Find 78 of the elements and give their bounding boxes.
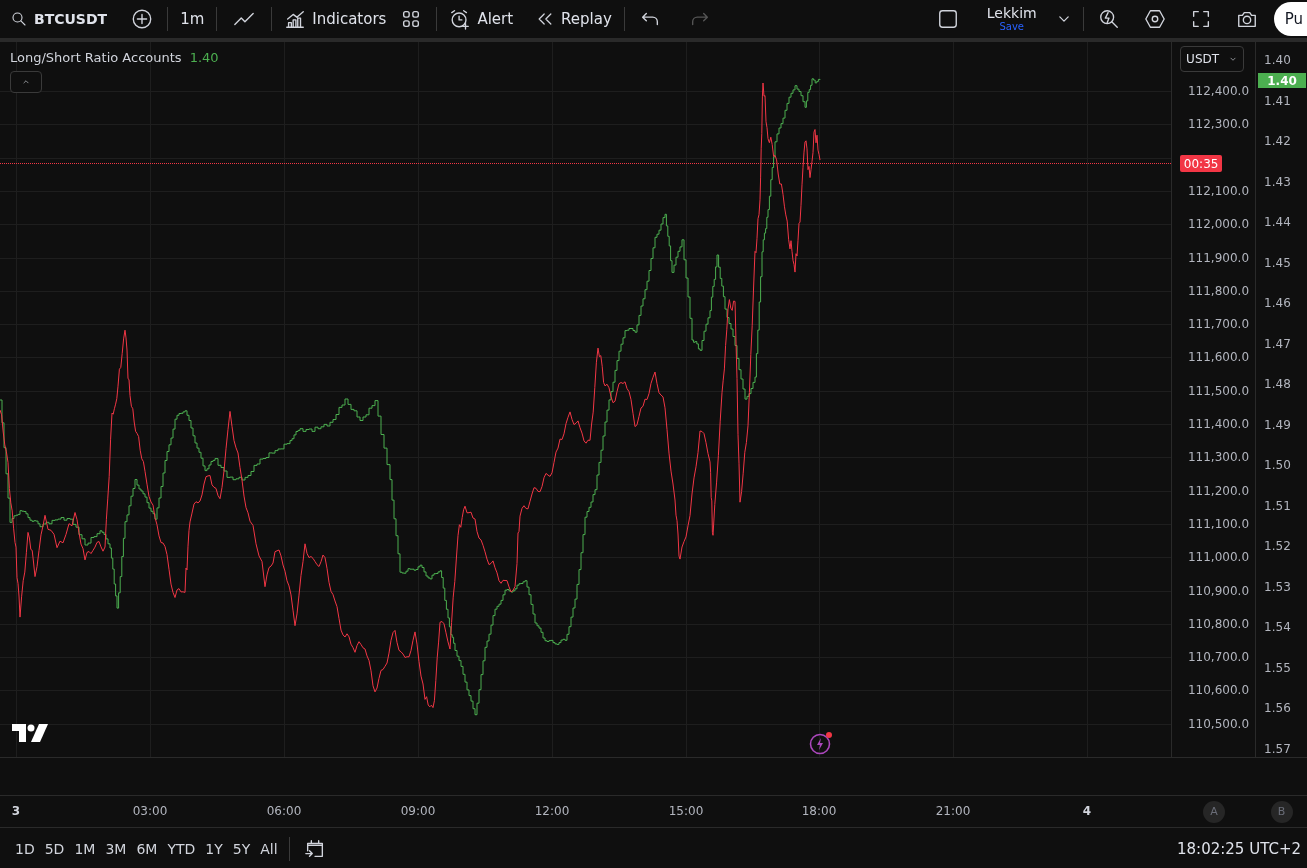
time-axis-label: 15:00 (668, 804, 704, 818)
currency-dropdown[interactable]: USDT (1180, 46, 1245, 72)
time-axis-label: 3 (11, 804, 21, 818)
ratio-axis-label: 1.48 (1264, 377, 1291, 391)
indicators-button[interactable]: Indicators (278, 4, 393, 34)
price-axis-label: 110,900.0 (1187, 583, 1250, 598)
range-button[interactable]: 1Y (200, 836, 228, 861)
price-axis-label: 110,700.0 (1187, 650, 1250, 665)
settings-icon (1143, 8, 1166, 30)
price-axis-label: 112,300.0 (1187, 117, 1250, 132)
ratio-axis-label: 1.57 (1264, 741, 1291, 756)
price-axis-label: 111,700.0 (1187, 317, 1250, 332)
ratio-axis-label: 1.40 (1264, 53, 1291, 67)
ratio-axis-label: 1.49 (1264, 417, 1291, 432)
plus-circle-icon (131, 8, 154, 30)
price-axis-label: 110,500.0 (1187, 716, 1250, 731)
publish-button[interactable]: Pu (1273, 2, 1307, 36)
price-axis-label: 110,800.0 (1187, 616, 1250, 631)
replay-button[interactable]: Replay (529, 4, 618, 34)
interval-button[interactable]: 1m (174, 6, 211, 32)
ratio-axis-label: 1.45 (1264, 255, 1291, 270)
time-axis-label: 21:00 (935, 804, 971, 818)
last-value-badge: 1.40 (1258, 73, 1307, 88)
range-button[interactable]: 5Y (227, 836, 256, 861)
clock-time: 18:02:25 UTC+2 (1177, 839, 1301, 858)
range-button[interactable]: 1M (69, 836, 101, 861)
range-button[interactable]: 3M (100, 836, 132, 861)
time-axis-label: 09:00 (400, 804, 436, 818)
alarm-clock-icon (449, 8, 472, 30)
lightning-icon[interactable] (809, 731, 833, 755)
chevron-down-icon (1058, 14, 1069, 24)
time-axis-label: 18:00 (801, 804, 837, 818)
price-axis-label: 112,400.0 (1187, 84, 1250, 98)
time-axis-label: 4 (1082, 804, 1092, 818)
price-axis-label: 111,100.0 (1187, 516, 1250, 531)
ratio-axis-label: 1.46 (1264, 296, 1291, 310)
bar-chart-icon (284, 8, 307, 30)
indicator-title: Long/Short Ratio Accounts (10, 50, 182, 65)
range-button[interactable]: YTD (162, 836, 201, 861)
price-axis-label: 111,200.0 (1187, 483, 1250, 498)
ratio-axis-label: 1.51 (1264, 498, 1291, 513)
price-axis-label: 111,000.0 (1187, 550, 1250, 565)
time-axis-label: 03:00 (132, 804, 168, 818)
ratio-axis-label: 1.50 (1264, 458, 1291, 472)
ratio-axis-label: 1.44 (1264, 215, 1291, 229)
ratio-axis-label: 1.56 (1264, 701, 1291, 715)
price-axis-label: 112,100.0 (1187, 183, 1250, 198)
ratio-axis-label: 1.53 (1264, 579, 1291, 594)
price-axis-label: 111,800.0 (1187, 283, 1250, 298)
price-axis-label: 111,500.0 (1187, 383, 1250, 398)
range-button[interactable]: All (255, 836, 283, 861)
range-button[interactable]: 1D (10, 836, 40, 861)
ratio-axis-label: 1.52 (1264, 539, 1291, 553)
layout-save-button[interactable]: Lekkim Save (980, 5, 1043, 33)
lightning-search-icon (1097, 8, 1120, 30)
square-icon (936, 8, 959, 30)
ratio-axis-label: 1.42 (1264, 134, 1291, 148)
time-axis-label: 06:00 (266, 804, 302, 818)
ratio-axis-label: 1.41 (1264, 93, 1291, 108)
range-button[interactable]: 6M (131, 836, 163, 861)
ratio-axis-label: 1.43 (1264, 174, 1291, 189)
calendar-icon (303, 837, 326, 860)
price-axis-label: 112,000.0 (1187, 217, 1250, 232)
time-axis-label: 12:00 (534, 804, 570, 818)
ratio-axis-label: 1.54 (1264, 620, 1291, 634)
range-button[interactable]: 5D (39, 836, 70, 861)
indicator-value: 1.40 (189, 50, 219, 65)
logo-icon (12, 724, 48, 742)
ratio-axis-label: 1.55 (1264, 660, 1291, 675)
ratio-axis-label: 1.47 (1264, 336, 1291, 351)
price-axis-label: 110,600.0 (1187, 683, 1250, 698)
price-axis-label: 111,400.0 (1187, 417, 1250, 431)
alert-button[interactable]: Alert (443, 4, 520, 34)
price-axis-label: 111,300.0 (1187, 450, 1250, 465)
price-axis-label: 111,600.0 (1187, 350, 1250, 365)
symbol-search-button[interactable]: BTCUSDT (4, 4, 114, 34)
price-axis-label: 111,900.0 (1187, 250, 1250, 265)
countdown-badge: 00:35 (1180, 155, 1223, 172)
